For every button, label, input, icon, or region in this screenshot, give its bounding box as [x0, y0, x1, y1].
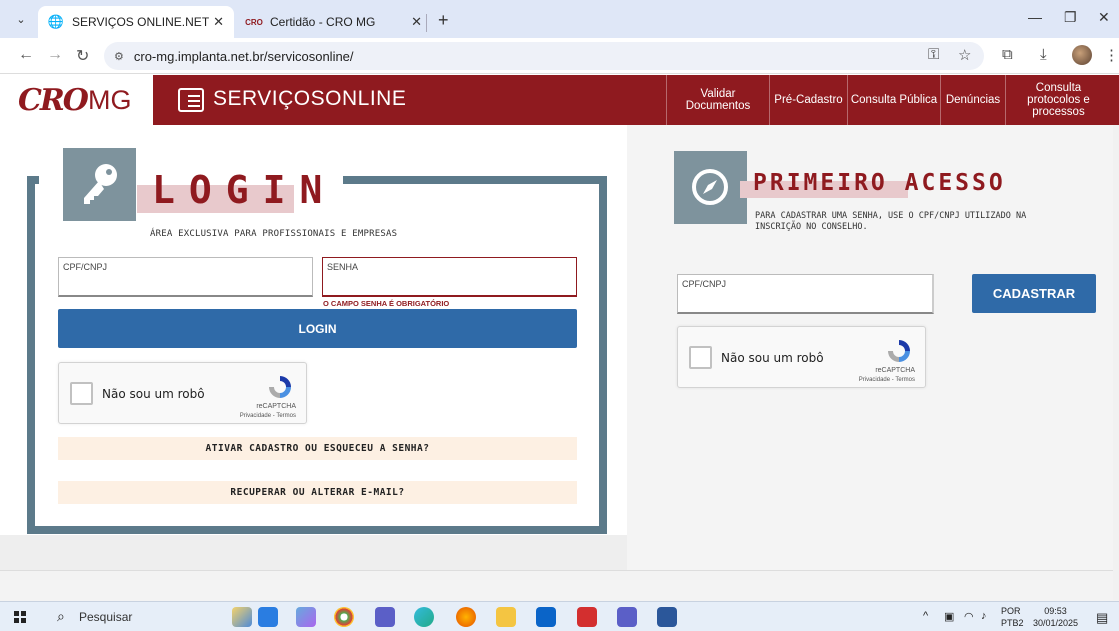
edge-icon[interactable]	[414, 607, 434, 627]
close-tab-icon[interactable]: ✕	[411, 14, 422, 30]
ativar-cadastro-link[interactable]: ATIVAR CADASTRO OU ESQUECEU A SENHA?	[58, 437, 577, 460]
word-icon[interactable]	[657, 607, 677, 627]
url-text: cro-mg.implanta.net.br/servicosonline/	[133, 48, 354, 64]
copilot-icon[interactable]	[296, 607, 316, 627]
primeiro-acesso-cpf-input[interactable]	[682, 291, 928, 305]
teams-icon[interactable]	[375, 607, 395, 627]
taskbar-search[interactable]: Pesquisar	[79, 610, 132, 624]
input-language[interactable]: POR PTB2	[1001, 605, 1024, 629]
menu-icon[interactable]: ⋮	[1104, 46, 1119, 64]
cadastrar-button[interactable]: CADASTRAR	[972, 274, 1096, 313]
recaptcha-terms[interactable]: Privacidade - Termos	[859, 377, 915, 383]
recaptcha-login[interactable]: Não sou um robô reCAPTCHA Privacidade - …	[58, 362, 307, 424]
firefox-icon[interactable]	[456, 607, 476, 627]
close-window-icon[interactable]: ✕	[1098, 9, 1110, 26]
tab-servicos-online[interactable]: 🌐 SERVIÇOS ONLINE.NET ✕	[38, 6, 234, 38]
compass-icon	[692, 169, 728, 205]
tray-app-icon[interactable]: ▣	[944, 610, 954, 623]
key-icon	[84, 164, 117, 204]
search-icon[interactable]: ⌕	[57, 608, 65, 625]
recaptcha-checkbox[interactable]	[689, 346, 712, 369]
login-button[interactable]: LOGIN	[58, 309, 577, 348]
cpf-label: CPF/CNPJ	[682, 279, 727, 289]
profile-avatar[interactable]	[1072, 45, 1092, 65]
key-icon[interactable]: ⚿	[928, 46, 939, 63]
compass-icon-box	[674, 151, 747, 224]
extensions-icon[interactable]: ⧉	[1002, 46, 1013, 63]
nav-consulta-protocolos[interactable]: Consulta protocolos e processos	[1005, 75, 1111, 125]
recaptcha-logo-icon	[888, 340, 910, 362]
primeiro-acesso-subtitle: PARA CADASTRAR UMA SENHA, USE O CPF/CNPJ…	[755, 211, 1027, 232]
cpf-cnpj-field[interactable]: CPF/CNPJ	[58, 257, 313, 297]
globe-icon: 🌐	[47, 14, 65, 29]
recaptcha-brand: reCAPTCHA	[875, 367, 915, 374]
file-explorer-icon[interactable]	[496, 607, 516, 627]
browser-tab-strip: ⌄ 🌐 SERVIÇOS ONLINE.NET ✕ CRO Certidão -…	[0, 0, 1119, 38]
recaptcha-brand: reCAPTCHA	[256, 403, 296, 410]
senha-input[interactable]	[327, 274, 572, 288]
recaptcha-terms[interactable]: Privacidade - Termos	[240, 413, 296, 419]
key-icon-box	[63, 148, 136, 221]
tray-chevron-icon[interactable]: ^	[923, 610, 928, 622]
browser-toolbar: ← → ↻ ⚙ cro-mg.implanta.net.br/servicoso…	[0, 38, 1119, 74]
taskbar-clock[interactable]: 09:53 30/01/2025	[1033, 605, 1078, 629]
cpf-input[interactable]	[63, 274, 308, 288]
service-title: SERVIÇOSONLINE	[213, 87, 407, 110]
tab-title: Certidão - CRO MG	[270, 15, 376, 29]
login-title: LOGIN	[152, 168, 337, 212]
forward-icon[interactable]: →	[47, 46, 63, 64]
services-icon	[178, 88, 204, 112]
recaptcha-checkbox[interactable]	[70, 382, 93, 405]
windows-start-icon[interactable]	[14, 611, 26, 623]
nav-consulta-publica[interactable]: Consulta Pública	[847, 75, 940, 125]
site-header: CRO MG SERVIÇOSONLINE Validar Documentos…	[0, 75, 1119, 125]
wifi-icon[interactable]: ◠	[964, 610, 974, 623]
senha-label: SENHA	[327, 262, 359, 272]
senha-error-message: O CAMPO SENHA É OBRIGATÓRIO	[323, 299, 450, 308]
tab-certidao[interactable]: CRO Certidão - CRO MG ✕	[236, 6, 432, 38]
outlook-icon[interactable]	[536, 607, 556, 627]
page-scrollbar[interactable]	[1113, 125, 1119, 600]
cro-mg-logo[interactable]: CRO MG	[0, 75, 153, 125]
windows-taskbar: ⌕ Pesquisar ^ ▣ ◠ ♪ POR PTB2 09:53 30/01…	[0, 601, 1119, 631]
notifications-icon[interactable]: ▤	[1096, 610, 1108, 626]
cro-favicon-icon: CRO	[245, 17, 263, 27]
acrobat-icon[interactable]	[577, 607, 597, 627]
volume-icon[interactable]: ♪	[981, 610, 987, 622]
site-info-icon[interactable]: ⚙	[114, 50, 124, 63]
login-subtitle: ÁREA EXCLUSIVA PARA PROFISSIONAIS E EMPR…	[150, 229, 398, 239]
tab-title: SERVIÇOS ONLINE.NET	[72, 15, 210, 29]
cpf-label: CPF/CNPJ	[63, 262, 108, 272]
nav-pre-cadastro[interactable]: Pré-Cadastro	[769, 75, 847, 125]
nav-validar-documentos[interactable]: Validar Documentos	[666, 75, 769, 125]
header-bar: SERVIÇOSONLINE Validar Documentos Pré-Ca…	[153, 75, 1119, 125]
recaptcha-primeiro-acesso[interactable]: Não sou um robô reCAPTCHA Privacidade - …	[677, 326, 926, 388]
teams-work-icon[interactable]	[617, 607, 637, 627]
tab-search-icon[interactable]: ⌄	[10, 9, 32, 31]
address-bar[interactable]: ⚙ cro-mg.implanta.net.br/servicosonline/	[104, 42, 984, 70]
recaptcha-logo-icon	[269, 376, 291, 398]
minimize-icon[interactable]: —	[1028, 9, 1042, 25]
primeiro-acesso-title: PRIMEIRO ACESSO	[753, 170, 1006, 196]
widgets-icon[interactable]	[232, 607, 252, 627]
recaptcha-label: Não sou um robô	[721, 351, 824, 365]
senha-field[interactable]: SENHA	[322, 257, 577, 297]
star-icon[interactable]: ☆	[958, 46, 971, 64]
download-icon[interactable]: ⤓	[1040, 46, 1047, 63]
restore-icon[interactable]: ❐	[1064, 9, 1077, 26]
primeiro-acesso-cpf-field[interactable]: CPF/CNPJ	[677, 274, 934, 314]
nav-denuncias[interactable]: Denúncias	[940, 75, 1005, 125]
back-icon[interactable]: ←	[18, 46, 34, 64]
recaptcha-label: Não sou um robô	[102, 387, 205, 401]
recuperar-email-link[interactable]: RECUPERAR OU ALTERAR E-MAIL?	[58, 481, 577, 504]
new-tab-icon[interactable]: +	[438, 10, 449, 31]
close-tab-icon[interactable]: ✕	[213, 14, 224, 30]
chrome-icon[interactable]	[334, 607, 354, 627]
reload-icon[interactable]: ↻	[76, 46, 89, 66]
app-icon[interactable]	[258, 607, 278, 627]
